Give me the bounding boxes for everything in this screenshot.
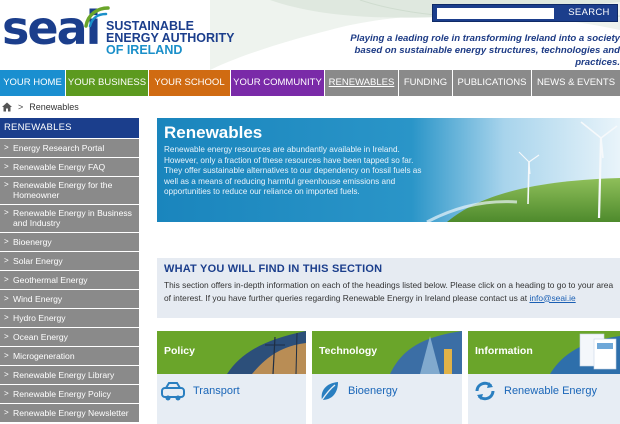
sidebar-item-label: Bioenergy [13, 237, 52, 247]
home-icon[interactable] [2, 102, 12, 112]
nav-tab-your-community[interactable]: YOUR COMMUNITY [231, 70, 324, 96]
sidebar-item-label: Renewable Energy Policy [13, 389, 111, 399]
nav-tab-renewables[interactable]: RENEWABLES [325, 70, 398, 96]
card-link-renewable-energy[interactable]: Renewable Energy [504, 385, 597, 397]
sidebar-item-solar-energy[interactable]: > Solar Energy [0, 252, 139, 270]
chevron-right-icon: > [4, 294, 9, 303]
chevron-right-icon: > [4, 389, 9, 398]
sidebar-item-label: Renewable Energy Newsletter [13, 408, 129, 418]
search-button[interactable]: SEARCH [561, 5, 617, 21]
sidebar-item-hydro-energy[interactable]: > Hydro Energy [0, 309, 139, 327]
card-information[interactable]: Information Renewable Energy [468, 331, 620, 424]
breadcrumb-current: Renewables [29, 102, 79, 112]
site-header: seai SUSTAINABLE ENERGY AUTHORITY OF IRE… [0, 0, 620, 70]
sidebar-item-wind-energy[interactable]: > Wind Energy [0, 290, 139, 308]
sidebar-item-label: Renewable Energy in Business [13, 208, 132, 218]
sidebar-item-renewable-energy-homeowner[interactable]: > Renewable Energy for the Homeowner [0, 177, 139, 204]
sidebar-item-label: Renewable Energy for the [13, 180, 113, 190]
sidebar-item-label: Renewable Energy Library [13, 370, 115, 380]
section-intro: WHAT YOU WILL FIND IN THIS SECTION This … [157, 258, 620, 318]
search-input[interactable] [437, 8, 554, 19]
sidebar-item-renewable-energy-library[interactable]: > Renewable Energy Library [0, 366, 139, 384]
car-icon [161, 382, 185, 401]
card-header: Policy [157, 331, 306, 374]
card-header: Information [468, 331, 620, 374]
chevron-right-icon: > [4, 275, 9, 284]
sidebar-item-label: Solar Energy [13, 256, 63, 266]
chevron-right-icon: > [4, 162, 9, 171]
sidebar-item-renewable-energy-policy[interactable]: > Renewable Energy Policy [0, 385, 139, 403]
chevron-right-icon: > [4, 208, 9, 217]
logo-text: SUSTAINABLE ENERGY AUTHORITY OF IRELAND [106, 20, 235, 57]
section-text: This section offers in-depth information… [164, 279, 616, 304]
hero-title: Renewables [164, 123, 263, 142]
card-link-transport[interactable]: Transport [193, 385, 240, 397]
hero-banner: Renewables Renewable energy resources ar… [157, 118, 620, 222]
sidebar-item-label: Renewable Energy FAQ [13, 162, 106, 172]
chevron-right-icon: > [4, 143, 9, 152]
chevron-right-icon: > [4, 256, 9, 265]
hero-text: Renewable energy resources are abundantl… [164, 145, 422, 197]
nav-tab-news-events[interactable]: NEWS & EVENTS [532, 70, 620, 96]
nav-tab-your-home[interactable]: YOUR HOME [0, 70, 65, 96]
chevron-right-icon: > [4, 332, 9, 341]
sidebar-item-label: Homeowner [13, 190, 60, 200]
sidebar-item-geothermal-energy[interactable]: > Geothermal Energy [0, 271, 139, 289]
sidebar-item-renewable-energy-business[interactable]: > Renewable Energy in Business and Industr… [0, 205, 139, 232]
sidebar-item-label: Energy Research Portal [13, 143, 105, 153]
email-link[interactable]: info@seai.ie [529, 293, 575, 303]
breadcrumb-separator: > [18, 102, 24, 112]
sidebar-heading: RENEWABLES [0, 118, 139, 138]
leaf-icon [321, 382, 338, 401]
section-title: WHAT YOU WILL FIND IN THIS SECTION [164, 263, 383, 275]
nav-tab-funding[interactable]: FUNDING [399, 70, 452, 96]
nav-tab-your-business[interactable]: YOUR BUSINESS [66, 70, 148, 96]
chevron-right-icon: > [4, 408, 9, 417]
main-nav: YOUR HOME YOUR BUSINESS YOUR SCHOOL YOUR… [0, 70, 620, 96]
card-technology[interactable]: Technology Bioenergy [312, 331, 462, 424]
sidebar-item-bioenergy[interactable]: > Bioenergy [0, 233, 139, 251]
card-title: Policy [164, 345, 195, 357]
card-title: Information [475, 345, 533, 357]
search-box: SEARCH [432, 4, 618, 22]
sidebar-item-microgeneration[interactable]: > Microgeneration [0, 347, 139, 365]
sidebar-item-label: Microgeneration [13, 351, 75, 361]
breadcrumb: > Renewables [0, 96, 620, 118]
chevron-right-icon: > [4, 180, 9, 189]
chevron-right-icon: > [4, 313, 9, 322]
sidebar-item-renewable-energy-newsletter[interactable]: > Renewable Energy Newsletter [0, 404, 139, 422]
tagline-line-1: Playing a leading role in transforming I… [350, 33, 620, 44]
recycle-icon [475, 381, 495, 401]
logo-line-3: OF IRELAND [106, 43, 183, 57]
sidebar: RENEWABLES > Energy Research Portal > Rene… [0, 118, 139, 424]
sidebar-item-label: Geothermal Energy [13, 275, 88, 285]
sidebar-item-energy-research-portal[interactable]: > Energy Research Portal [0, 139, 139, 157]
card-title: Technology [319, 345, 378, 357]
sidebar-item-label: and Industry [13, 218, 61, 228]
sidebar-item-renewable-energy-faq[interactable]: > Renewable Energy FAQ [0, 158, 139, 176]
chevron-right-icon: > [4, 370, 9, 379]
card-policy[interactable]: Policy Transport [157, 331, 306, 424]
sidebar-item-label: Hydro Energy [13, 313, 66, 323]
site-tagline: Playing a leading role in transforming I… [350, 33, 620, 69]
sidebar-item-label: Wind Energy [13, 294, 63, 304]
sidebar-item-label: Ocean Energy [13, 332, 68, 342]
tagline-line-2: based on sustainable energy structures, … [354, 45, 620, 68]
seai-logo[interactable]: seai SUSTAINABLE ENERGY AUTHORITY OF IRE… [2, 2, 235, 58]
chevron-right-icon: > [4, 237, 9, 246]
nav-tab-publications[interactable]: PUBLICATIONS [453, 70, 531, 96]
chevron-right-icon: > [4, 351, 9, 360]
sidebar-item-ocean-energy[interactable]: > Ocean Energy [0, 328, 139, 346]
card-header: Technology [312, 331, 462, 374]
card-link-bioenergy[interactable]: Bioenergy [348, 385, 398, 397]
nav-tab-your-school[interactable]: YOUR SCHOOL [149, 70, 230, 96]
